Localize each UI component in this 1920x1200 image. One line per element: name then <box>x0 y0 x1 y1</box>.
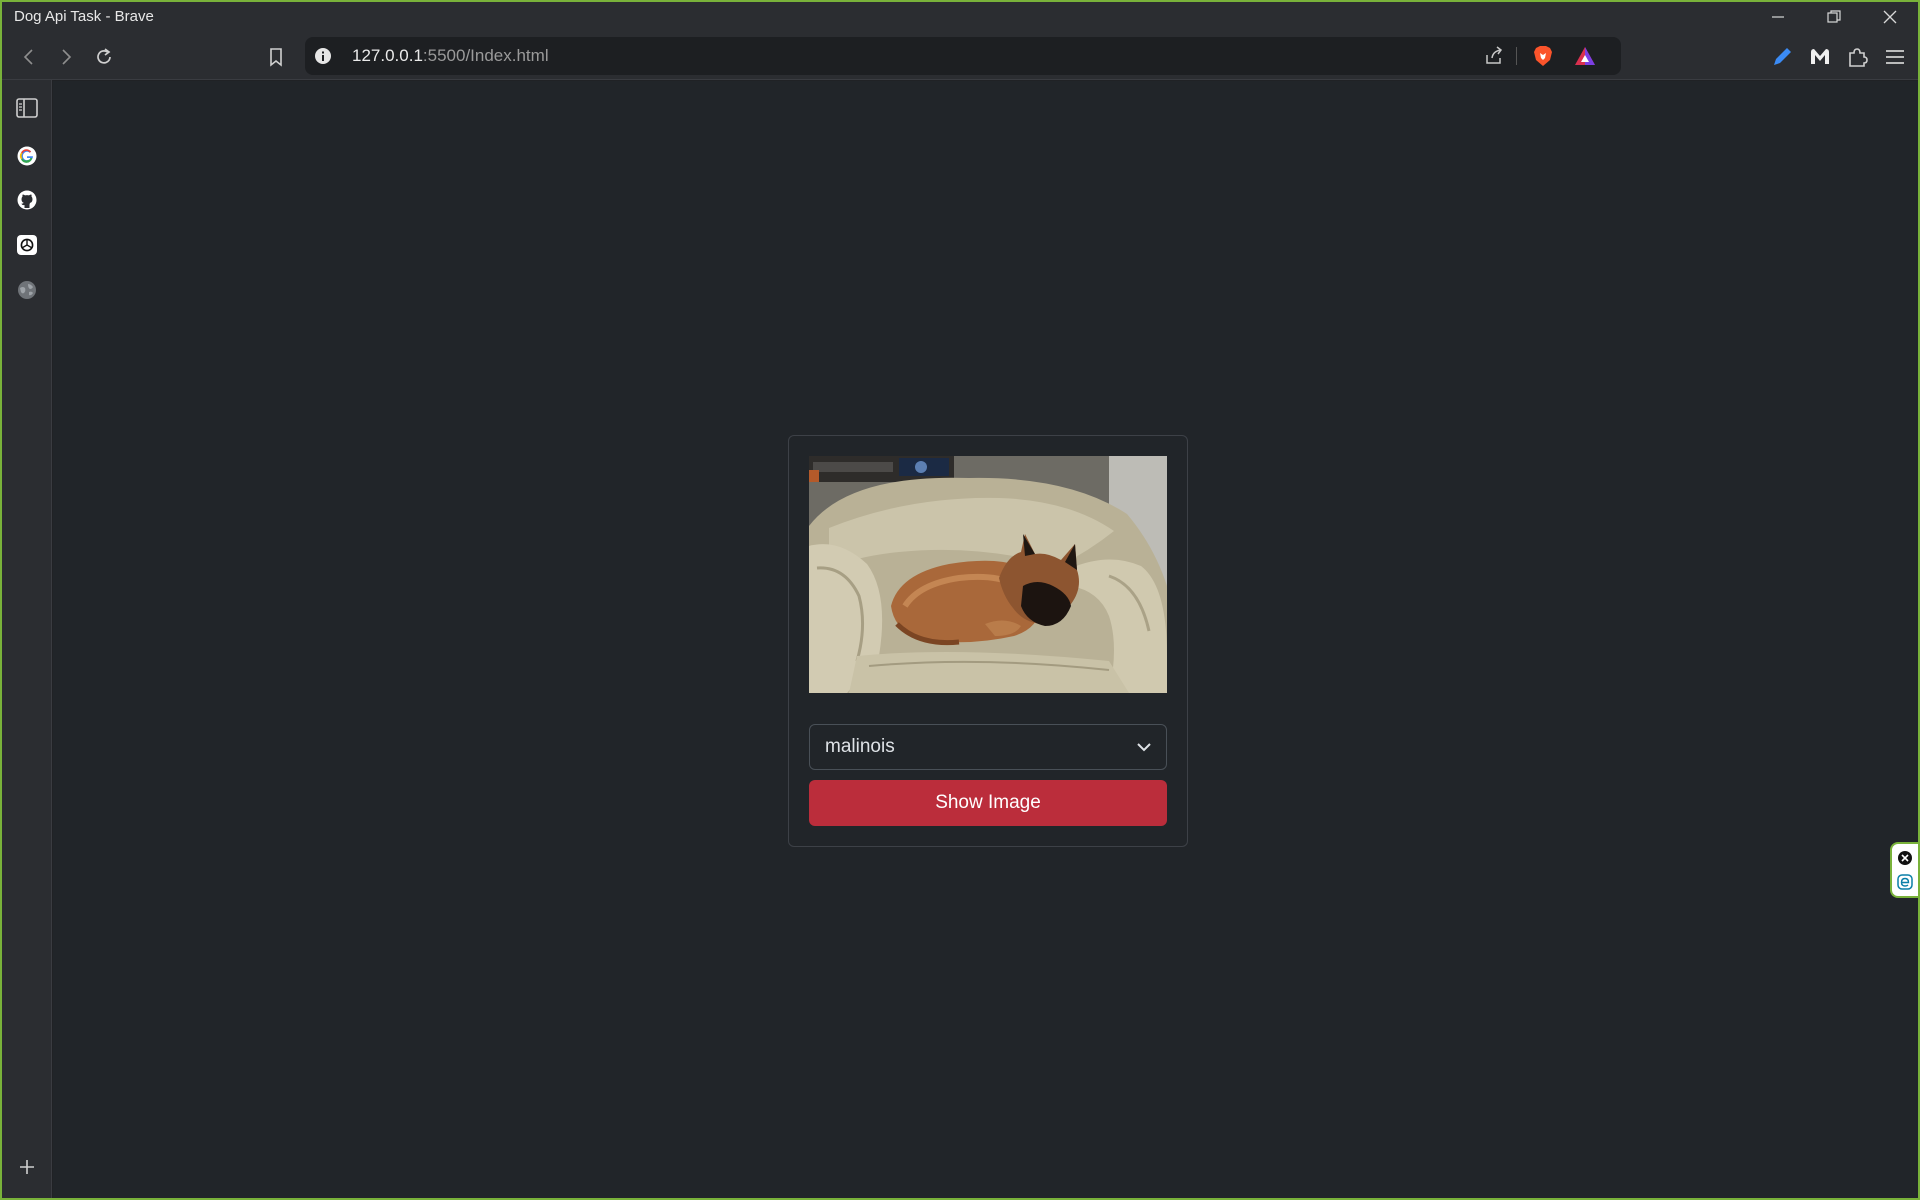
bookmark-icon <box>270 48 282 67</box>
page-viewport: malinois Show Image <box>53 81 1918 1198</box>
reload-icon <box>97 48 111 64</box>
share-button[interactable] <box>1482 44 1506 68</box>
bookmark-button[interactable] <box>261 42 291 72</box>
url-host: 127.0.0.1 <box>352 46 423 65</box>
close-circle-icon[interactable] <box>1897 850 1913 866</box>
restore-icon <box>1827 10 1841 23</box>
forward-arrow-icon <box>62 49 72 65</box>
sidebar-panel-icon <box>16 98 38 118</box>
window-controls <box>1750 2 1918 32</box>
sidebar-toggle-button[interactable] <box>15 96 39 120</box>
window-title: Dog Api Task - Brave <box>14 8 154 25</box>
minimize-icon <box>1772 16 1784 18</box>
breed-select-value: malinois <box>825 736 895 757</box>
browser-window: Dog Api Task - Brave 127.0.0.1:5500/Inde… <box>0 0 1920 1200</box>
address-bar[interactable]: 127.0.0.1:5500/Index.html <box>305 37 1621 75</box>
add-icon <box>20 1160 34 1174</box>
back-button[interactable] <box>14 42 44 72</box>
extensions-button[interactable] <box>1842 42 1872 72</box>
extension-malwarebytes-button[interactable] <box>1805 42 1835 72</box>
malwarebytes-icon <box>1811 49 1829 64</box>
brave-rewards-button[interactable] <box>1573 44 1597 68</box>
google-icon <box>17 146 37 166</box>
share-icon <box>1486 46 1503 64</box>
chevron-down-icon <box>1137 743 1151 752</box>
sidebar-item-github[interactable] <box>15 188 39 212</box>
sidebar-item-google[interactable] <box>15 144 39 168</box>
github-icon <box>17 190 37 210</box>
back-arrow-icon <box>23 49 33 65</box>
breed-select[interactable]: malinois <box>809 724 1167 770</box>
hamburger-menu-icon <box>1886 50 1904 64</box>
extension-pen-button[interactable] <box>1767 42 1797 72</box>
url-text[interactable]: 127.0.0.1:5500/Index.html <box>352 46 549 66</box>
close-button[interactable] <box>1862 2 1918 32</box>
dog-card: malinois Show Image <box>788 435 1188 847</box>
edge-e-icon[interactable] <box>1897 874 1913 890</box>
globe-icon <box>18 281 36 299</box>
show-image-button[interactable]: Show Image <box>809 780 1167 826</box>
brave-shields-button[interactable] <box>1531 44 1555 68</box>
url-path: :5500/Index.html <box>422 46 549 65</box>
sidebar-item-chatgpt[interactable] <box>15 233 39 257</box>
browser-toolbar: 127.0.0.1:5500/Index.html <box>2 32 1918 80</box>
reload-button[interactable] <box>89 42 119 72</box>
title-bar: Dog Api Task - Brave <box>2 2 1918 32</box>
menu-button[interactable] <box>1880 42 1910 72</box>
restore-button[interactable] <box>1806 2 1862 32</box>
address-separator <box>1516 47 1517 65</box>
dog-photo <box>809 456 1167 693</box>
pen-icon <box>1774 48 1791 65</box>
chatgpt-icon <box>17 235 37 255</box>
brave-rewards-triangle-icon <box>1575 47 1595 65</box>
browser-sidebar <box>2 80 52 1198</box>
minimize-button[interactable] <box>1750 2 1806 32</box>
site-info-icon[interactable] <box>314 47 332 65</box>
close-icon <box>1883 10 1897 24</box>
sidebar-add-button[interactable] <box>15 1155 39 1179</box>
puzzle-icon <box>1849 48 1868 67</box>
forward-button[interactable] <box>51 42 81 72</box>
dog-photo-image <box>809 456 1167 693</box>
brave-lion-icon <box>1534 46 1552 66</box>
sidebar-item-web[interactable] <box>15 278 39 302</box>
floating-extension-widget[interactable] <box>1890 842 1918 898</box>
